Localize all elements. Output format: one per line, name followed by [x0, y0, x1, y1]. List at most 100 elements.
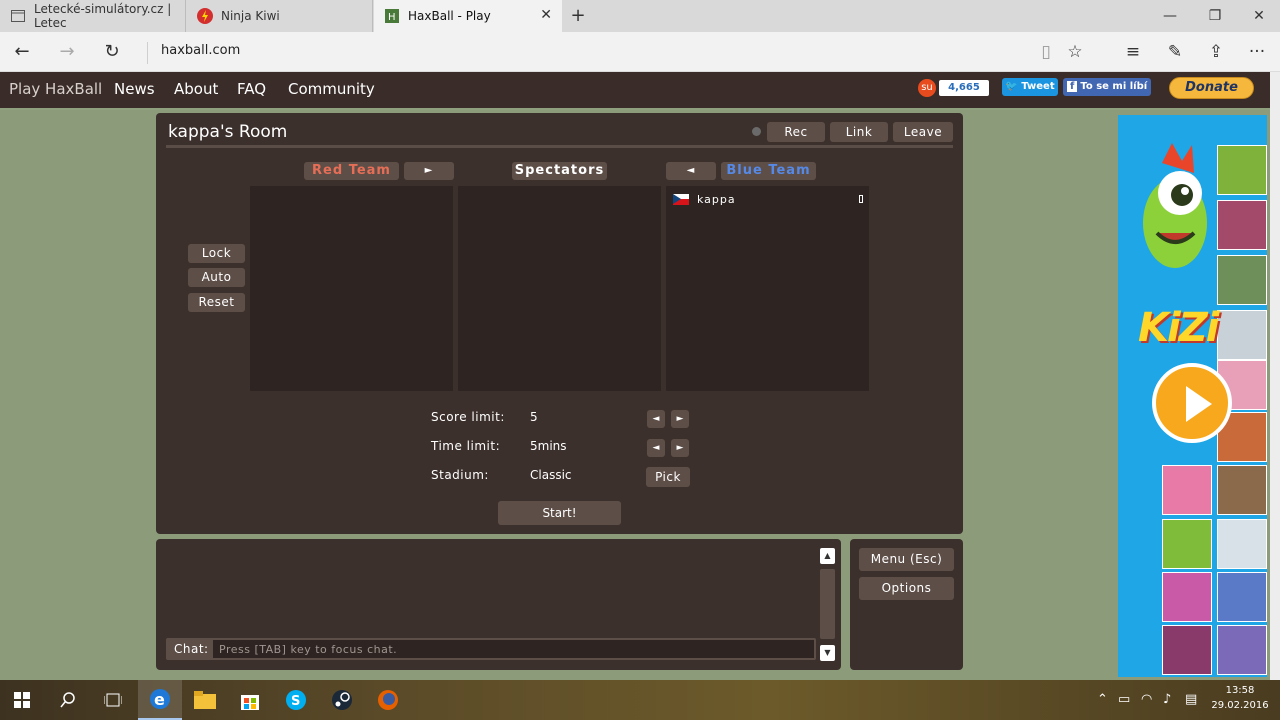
menu-button[interactable]: Menu (Esc)	[859, 548, 954, 571]
edge-browser-icon[interactable]: e	[138, 680, 182, 720]
score-limit-increase-button[interactable]: ►	[671, 410, 689, 428]
lock-button[interactable]: Lock	[188, 244, 245, 263]
svg-text:S: S	[291, 694, 300, 709]
blue-team-list[interactable]	[666, 186, 869, 391]
game-thumbnail	[1217, 465, 1267, 515]
chat-scroll-track[interactable]	[820, 569, 835, 639]
tab-letecke-simulatory[interactable]: Letecké-simulátory.cz | Letec	[0, 0, 186, 32]
red-team-list[interactable]	[250, 186, 453, 391]
move-to-red-button[interactable]: ►	[404, 162, 454, 180]
page-scrollbar[interactable]	[1270, 72, 1280, 680]
system-clock[interactable]: 13:58 29.02.2016	[1208, 683, 1272, 713]
auto-button[interactable]: Auto	[188, 268, 245, 287]
score-limit-value: 5	[530, 410, 538, 424]
stumbleupon-share[interactable]: su 4,665	[918, 79, 989, 97]
show-hidden-icons[interactable]: ⌃	[1097, 692, 1108, 707]
chat-scrollbar[interactable]: ▲ ▼	[820, 548, 835, 661]
task-view-icon[interactable]	[91, 680, 135, 720]
room-panel: kappa's Room Rec Link Leave Red Team ► S…	[156, 113, 963, 534]
nav-community[interactable]: Community	[288, 80, 375, 98]
share-icon[interactable]: ⇪	[1203, 40, 1229, 64]
tab-label: Ninja Kiwi	[221, 9, 280, 23]
time-limit-value: 5mins	[530, 439, 567, 453]
skype-icon[interactable]: S	[274, 680, 318, 720]
nav-about[interactable]: About	[174, 80, 218, 98]
windows-start-icon[interactable]	[0, 680, 44, 720]
link-button[interactable]: Link	[830, 122, 888, 142]
scroll-down-icon[interactable]: ▼	[820, 645, 835, 661]
file-explorer-icon[interactable]	[183, 680, 227, 720]
facebook-like-button[interactable]: f To se mi líbí	[1063, 78, 1151, 96]
minimize-icon[interactable]: —	[1160, 6, 1180, 26]
like-label: To se mi líbí	[1080, 81, 1148, 92]
time-limit-increase-button[interactable]: ►	[671, 439, 689, 457]
tab-label: HaxBall - Play	[408, 9, 491, 23]
chat-panel: ▲ ▼ Chat:	[156, 539, 841, 670]
battery-icon[interactable]: ▭	[1118, 692, 1130, 707]
hub-icon[interactable]: ≡	[1120, 40, 1146, 64]
chat-bar: Chat:	[166, 638, 816, 660]
rec-button[interactable]: Rec	[767, 122, 825, 142]
spectators-header[interactable]: Spectators	[512, 162, 607, 180]
nav-faq[interactable]: FAQ	[237, 80, 266, 98]
url-field[interactable]: haxball.com	[161, 43, 240, 58]
volume-icon[interactable]: ♪	[1163, 692, 1171, 707]
window-close-icon[interactable]: ✕	[1249, 6, 1269, 26]
favorite-star-icon[interactable]: ☆	[1062, 40, 1088, 64]
scroll-up-icon[interactable]: ▲	[820, 548, 835, 564]
score-limit-decrease-button[interactable]: ◄	[647, 410, 665, 428]
tweet-button[interactable]: 🐦 Tweet	[1002, 78, 1058, 96]
menu-panel: Menu (Esc) Options	[850, 539, 963, 670]
game-thumbnail	[1162, 625, 1212, 675]
donate-button[interactable]: Donate	[1169, 77, 1254, 99]
back-icon[interactable]: ←	[9, 40, 35, 64]
game-thumbnail	[1162, 465, 1212, 515]
game-thumbnail	[1217, 310, 1267, 360]
nav-play-haxball[interactable]: Play HaxBall	[9, 80, 102, 98]
web-note-icon[interactable]: ✎	[1162, 40, 1188, 64]
status-indicator	[752, 127, 761, 136]
game-thumbnail	[1217, 200, 1267, 250]
chat-input[interactable]	[213, 640, 814, 658]
reading-view-icon[interactable]: ▯	[1033, 40, 1059, 64]
room-title: kappa's Room	[168, 122, 288, 142]
nav-news[interactable]: News	[114, 80, 155, 98]
reset-button[interactable]: Reset	[188, 293, 245, 312]
address-bar: ← → ↻ haxball.com ▯ ☆ ≡ ✎ ⇪ ···	[0, 32, 1280, 72]
time-limit-decrease-button[interactable]: ◄	[647, 439, 665, 457]
time-limit-label: Time limit:	[431, 439, 501, 453]
red-team-header[interactable]: Red Team	[304, 162, 399, 180]
forward-icon[interactable]: →	[54, 40, 80, 64]
pick-stadium-button[interactable]: Pick	[646, 467, 690, 487]
stadium-label: Stadium:	[431, 468, 489, 482]
start-button[interactable]: Start!	[498, 501, 621, 525]
player-name: kappa	[697, 193, 736, 206]
blue-team-header[interactable]: Blue Team	[721, 162, 816, 180]
player-entry[interactable]: kappa	[673, 193, 736, 206]
more-icon[interactable]: ···	[1244, 40, 1270, 64]
spectators-list[interactable]	[458, 186, 661, 391]
close-tab-icon[interactable]: ✕	[540, 7, 552, 23]
svg-text:H: H	[388, 12, 396, 23]
options-button[interactable]: Options	[859, 577, 954, 600]
game-thumbnail	[1162, 519, 1212, 569]
new-tab-icon[interactable]: +	[566, 5, 590, 26]
leave-button[interactable]: Leave	[893, 122, 953, 142]
refresh-icon[interactable]: ↻	[99, 40, 125, 64]
tab-haxball-play[interactable]: H HaxBall - Play ✕	[374, 0, 562, 32]
notifications-icon[interactable]: ▤	[1185, 692, 1197, 707]
maximize-icon[interactable]: ❐	[1205, 6, 1225, 26]
play-icon[interactable]	[1152, 363, 1232, 443]
move-to-blue-button[interactable]: ◄	[666, 162, 716, 180]
wifi-icon[interactable]: ◠	[1141, 692, 1152, 707]
share-count: 4,665	[939, 80, 989, 96]
kizi-ad-banner[interactable]: KiZi	[1118, 115, 1267, 677]
search-icon[interactable]	[46, 680, 90, 720]
firefox-icon[interactable]	[366, 680, 410, 720]
steam-icon[interactable]	[320, 680, 364, 720]
player-status-icon	[859, 195, 863, 203]
store-icon[interactable]	[228, 680, 272, 720]
haxball-icon: H	[384, 8, 400, 24]
clock-date: 29.02.2016	[1211, 700, 1269, 711]
tab-ninja-kiwi[interactable]: Ninja Kiwi	[187, 0, 373, 32]
